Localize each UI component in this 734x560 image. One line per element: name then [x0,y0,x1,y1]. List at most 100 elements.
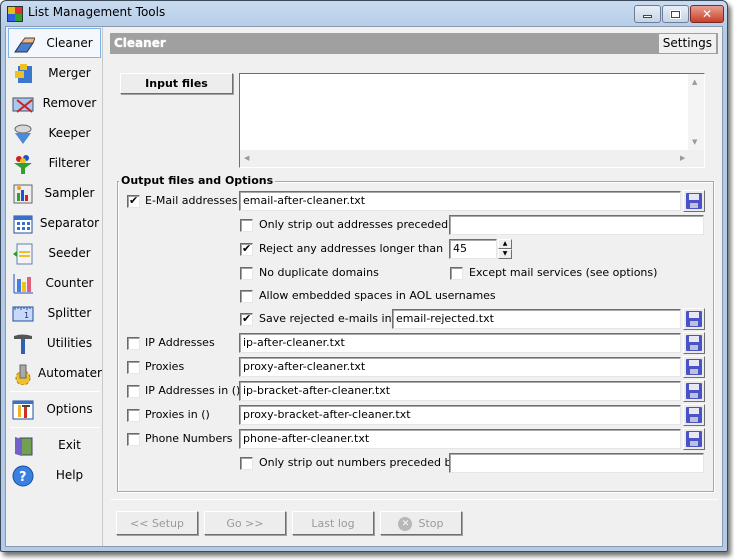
phone-save-button[interactable] [683,428,705,450]
sidebar-item-splitter[interactable]: 1 Splitter [8,298,101,328]
floppy-disk-icon [686,335,702,351]
spin-up-icon[interactable]: ▲ [498,239,512,249]
setup-button[interactable]: << Setup [116,511,198,535]
sidebar-item-cleaner[interactable]: Cleaner [8,28,101,58]
horizontal-scrollbar[interactable]: ◀ ▶ [240,150,704,167]
phone-strip-preceded-checkbox[interactable] [240,457,253,470]
main-panel: Cleaner Settings Input files ▲ ▼ ◀ ▶ Out… [107,27,722,546]
sidebar-item-label: Automater [38,366,102,380]
sidebar-divider [10,391,100,392]
sidebar-item-filterer[interactable]: Filterer [8,148,101,178]
close-icon: ✕ [701,7,713,21]
sidebar-item-keeper[interactable]: Keeper [8,118,101,148]
sidebar-item-label: Merger [48,66,91,80]
email-save-button[interactable] [683,190,705,212]
sidebar-item-help[interactable]: ? Help [8,460,101,490]
svg-text:?: ? [19,470,27,485]
no-dup-domains-label: No duplicate domains [259,266,379,279]
input-files-list[interactable]: ▲ ▼ ◀ ▶ [239,73,705,168]
reject-longer-checkbox[interactable] [240,242,253,256]
scroll-up-icon[interactable]: ▲ [692,78,697,86]
reject-longer-label: Reject any addresses longer than [259,242,444,255]
title-bar[interactable]: List Management Tools ✕ [1,1,727,26]
settings-button[interactable]: Settings [658,34,716,53]
ip-bracket-checkbox[interactable] [127,385,140,398]
stop-button[interactable]: ✕ Stop [380,511,462,535]
phone-checkbox[interactable] [127,433,140,446]
sidebar-item-separator[interactable]: Separator [8,208,101,238]
save-rejected-checkbox[interactable] [240,312,253,326]
phone-label: Phone Numbers [145,432,233,445]
phone-output-field[interactable]: phone-after-cleaner.txt [239,429,681,449]
scroll-left-icon[interactable]: ◀ [244,154,249,162]
sidebar-item-merger[interactable]: Merger [8,58,101,88]
go-button[interactable]: Go >> [204,511,286,535]
last-log-button[interactable]: Last log [292,511,374,535]
sidebar-item-counter[interactable]: Counter [8,268,101,298]
output-group-label: Output files and Options [119,174,276,187]
vertical-scrollbar[interactable]: ▲ ▼ [688,74,704,150]
scroll-down-icon[interactable]: ▼ [692,138,697,146]
input-files-button[interactable]: Input files [120,73,233,94]
maximize-icon [670,9,681,19]
rejected-output-field[interactable]: email-rejected.txt [392,309,681,329]
proxies-save-button[interactable] [683,356,705,378]
gear-cylinder-icon [15,364,31,385]
proxies-checkbox[interactable] [127,361,140,374]
remove-envelope-icon [12,97,34,113]
strip-preceded-checkbox[interactable] [240,219,253,232]
ip-bracket-output-field[interactable]: ip-bracket-after-cleaner.txt [239,381,681,401]
allow-aol-spaces-checkbox[interactable] [240,290,253,303]
eraser-icon [14,37,35,53]
max-length-spinner[interactable]: ▲ ▼ [498,239,512,259]
close-button[interactable]: ✕ [690,5,724,23]
spin-down-icon[interactable]: ▼ [498,249,512,259]
panel-title: Cleaner [114,36,166,50]
save-rejected-label: Save rejected e-mails into [259,312,403,325]
merge-puzzle-icon [15,64,32,83]
sidebar-item-label: Separator [39,216,100,230]
app-icon [7,6,23,22]
except-mail-services-checkbox[interactable] [450,267,463,280]
sidebar-item-automater[interactable]: Automater [8,358,102,388]
proxies-bracket-checkbox[interactable] [127,409,140,422]
no-dup-domains-checkbox[interactable] [240,267,253,280]
email-checkbox[interactable] [127,194,140,208]
stop-icon: ✕ [398,517,413,531]
sidebar-item-remover[interactable]: Remover [8,88,101,118]
sidebar-item-label: Keeper [48,126,91,140]
minimize-icon [643,15,652,18]
floppy-disk-icon [686,311,702,327]
maximize-button[interactable] [662,5,689,23]
proxies-label: Proxies [145,360,185,373]
ip-bracket-save-button[interactable] [683,380,705,402]
proxies-bracket-output-field[interactable]: proxy-bracket-after-cleaner.txt [239,405,681,425]
ip-checkbox[interactable] [127,337,140,350]
max-length-field[interactable]: 45 [449,239,497,259]
panel-header: Cleaner Settings [110,33,718,54]
allow-aol-spaces-label: Allow embedded spaces in AOL usernames [259,289,496,302]
sidebar-item-label: Cleaner [46,36,93,50]
sidebar-item-sampler[interactable]: Sampler [8,178,101,208]
ip-output-field[interactable]: ip-after-cleaner.txt [239,333,681,353]
email-output-field[interactable]: email-after-cleaner.txt [239,191,681,211]
sidebar-item-label: Utilities [46,336,93,350]
sidebar-item-options[interactable]: Options [8,394,101,424]
hammer-icon [14,334,32,354]
email-label: E-Mail addresses [145,194,238,207]
proxies-bracket-save-button[interactable] [683,404,705,426]
sidebar-item-utilities[interactable]: Utilities [8,328,101,358]
rejected-save-button[interactable] [683,308,705,330]
sidebar-item-label: Counter [45,276,94,290]
strip-preceded-field[interactable] [449,215,704,235]
ip-save-button[interactable] [683,332,705,354]
sidebar-item-exit[interactable]: Exit [8,430,101,460]
minimize-button[interactable] [634,5,661,23]
scroll-right-icon[interactable]: ▶ [680,154,685,162]
floppy-disk-icon [686,407,702,423]
sidebar-item-label: Remover [42,96,97,110]
proxies-output-field[interactable]: proxy-after-cleaner.txt [239,357,681,377]
phone-strip-preceded-field[interactable] [449,453,704,473]
sidebar-item-seeder[interactable]: Seeder [8,238,101,268]
door-exit-icon [15,437,33,456]
